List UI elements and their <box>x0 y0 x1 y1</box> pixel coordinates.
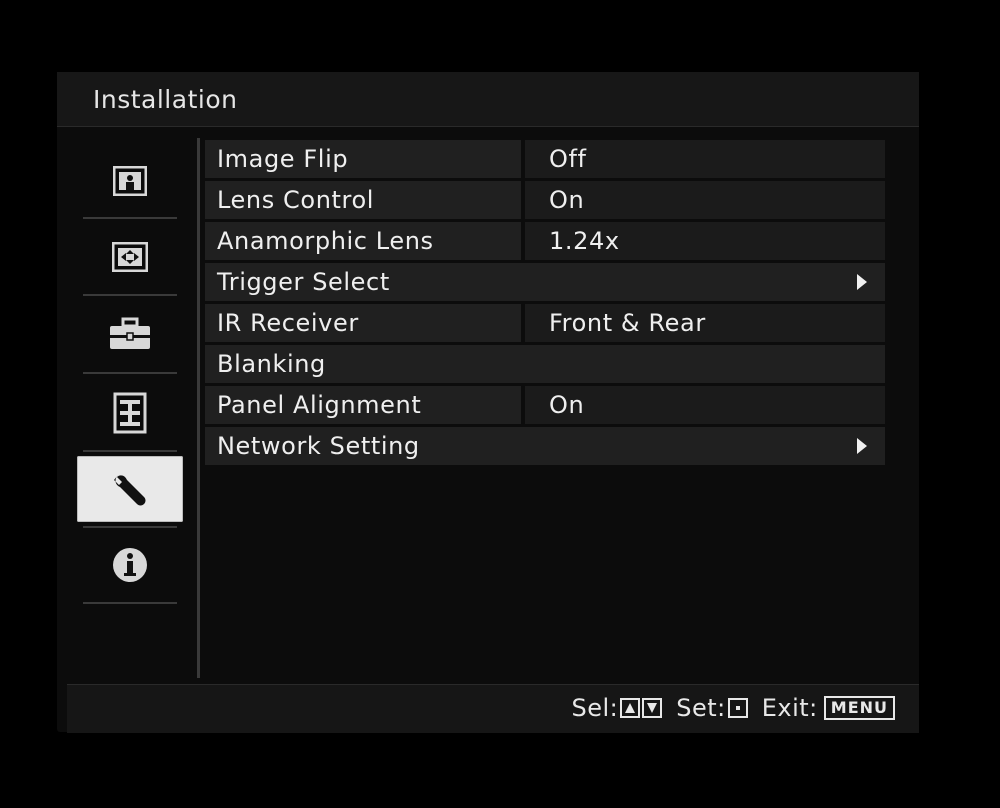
sidebar <box>77 144 183 684</box>
submenu-arrow-icon <box>857 274 867 290</box>
sidebar-divider <box>83 372 177 374</box>
list-icon <box>113 392 147 434</box>
footer-help-bar: Sel: Set: Exit: MENU <box>67 684 919 733</box>
menu-row-label: Image Flip <box>217 145 349 173</box>
menu-row-label: Panel Alignment <box>217 391 422 419</box>
menu-row-label: Trigger Select <box>217 268 390 296</box>
menu-row-label: Blanking <box>217 350 326 378</box>
osd-menu-window: Installation Image Flip Off Lens Control… <box>57 72 919 733</box>
info-icon <box>113 548 147 582</box>
menu-row-trigger-select[interactable]: Trigger Select <box>205 263 885 301</box>
menu-row-anamorphic-lens[interactable]: Anamorphic Lens 1.24x <box>205 222 885 260</box>
sel-hint-label: Sel: <box>571 694 619 722</box>
sidebar-item-screen[interactable] <box>77 224 183 290</box>
picture-icon <box>113 166 147 196</box>
set-hint-label: Set: <box>676 694 726 722</box>
menu-row-value: On <box>549 391 585 419</box>
sidebar-divider <box>83 294 177 296</box>
sidebar-item-installation[interactable] <box>77 456 183 522</box>
menu-row-blanking[interactable]: Blanking <box>205 345 885 383</box>
menu-row-label: IR Receiver <box>217 309 359 337</box>
menu-row-value: Front & Rear <box>549 309 706 337</box>
down-arrow-key-icon <box>642 698 663 718</box>
title-bar: Installation <box>57 72 919 127</box>
menu-row-value: 1.24x <box>549 227 620 255</box>
menu-title: Installation <box>93 85 238 114</box>
sidebar-item-picture[interactable] <box>77 148 183 214</box>
sidebar-divider-line <box>197 138 200 678</box>
up-arrow-key-icon <box>620 698 641 718</box>
menu-row-ir-receiver[interactable]: IR Receiver Front & Rear <box>205 304 885 342</box>
menu-row-value: On <box>549 186 585 214</box>
sidebar-divider <box>83 526 177 528</box>
menu-row-value: Off <box>549 145 587 173</box>
sidebar-divider <box>83 450 177 452</box>
screen-icon <box>112 242 148 272</box>
wrench-icon <box>114 475 146 506</box>
menu-row-label: Network Setting <box>217 432 420 460</box>
exit-hint-label: Exit: <box>761 694 818 722</box>
sidebar-item-information[interactable] <box>77 532 183 598</box>
menu-row-network-setting[interactable]: Network Setting <box>205 427 885 465</box>
sidebar-item-toolbox[interactable] <box>77 301 183 367</box>
menu-row-label: Anamorphic Lens <box>217 227 434 255</box>
menu-row-image-flip[interactable]: Image Flip Off <box>205 140 885 178</box>
menu-row-label: Lens Control <box>217 186 375 214</box>
key-hints: Sel: Set: Exit: MENU <box>571 694 895 722</box>
menu-row-lens-control[interactable]: Lens Control On <box>205 181 885 219</box>
submenu-arrow-icon <box>857 438 867 454</box>
sidebar-divider <box>83 217 177 219</box>
toolbox-icon <box>110 317 150 349</box>
enter-key-icon <box>727 698 748 718</box>
menu-row-panel-alignment[interactable]: Panel Alignment On <box>205 386 885 424</box>
sidebar-item-list[interactable] <box>77 380 183 446</box>
sidebar-divider <box>83 602 177 604</box>
menu-key-icon: MENU <box>823 696 895 720</box>
